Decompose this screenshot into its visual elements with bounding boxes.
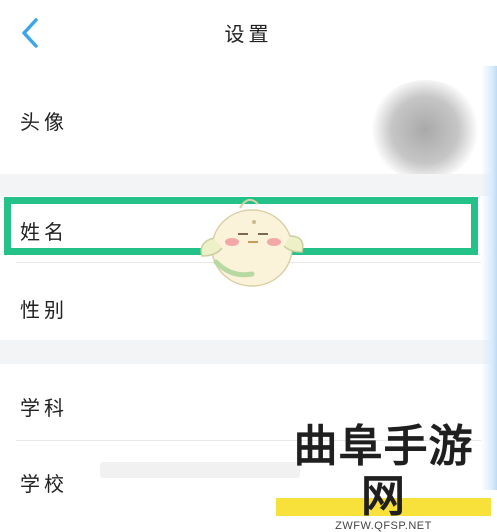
- watermark-title: 曲阜手游网: [276, 422, 491, 522]
- page-title: 设置: [224, 22, 273, 46]
- row-label-subject: 学科: [20, 396, 68, 420]
- watermark: 曲阜手游网 ZWFW.QFSP.NET: [276, 422, 491, 532]
- row-label-name: 姓名: [20, 220, 68, 244]
- avatar[interactable]: [370, 80, 480, 180]
- section-gap: [0, 340, 497, 364]
- row-label-avatar: 头像: [20, 110, 68, 134]
- row-label-school: 学校: [20, 472, 68, 496]
- row-label-gender: 性别: [20, 298, 68, 322]
- mascot-chick-icon: [200, 198, 304, 287]
- top-bar: 设置: [0, 0, 497, 66]
- school-value-placeholder: [100, 462, 300, 478]
